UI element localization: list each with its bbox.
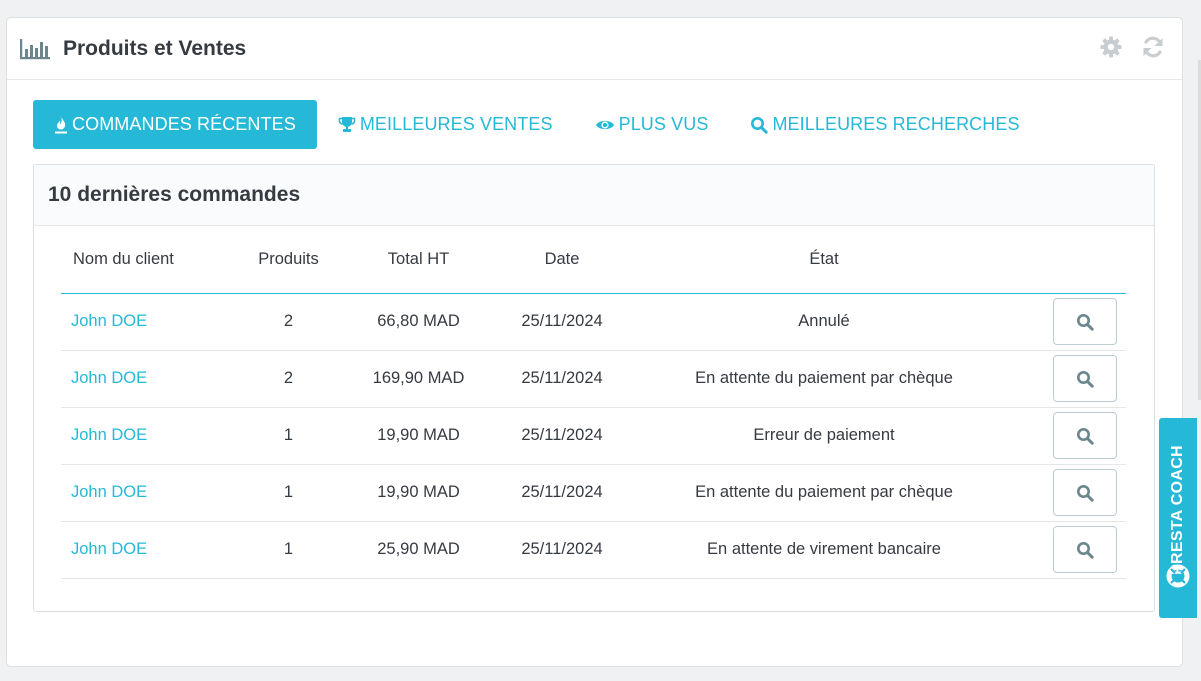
view-order-button[interactable] (1053, 469, 1117, 516)
table-row: John DOE 1 19,90 MAD 25/11/2024 Erreur d… (61, 407, 1126, 465)
tab-label: PLUS VUS (618, 114, 709, 134)
order-state: Erreur de paiement (643, 407, 1005, 465)
products-count: 2 (221, 293, 356, 351)
table-row: John DOE 2 66,80 MAD 25/11/2024 Annulé (61, 293, 1126, 351)
panel-header: Produits et Ventes (7, 18, 1182, 80)
action-cell (1005, 293, 1126, 351)
order-date: 25/11/2024 (481, 293, 643, 351)
trophy-icon (338, 116, 356, 133)
column-header-client: Nom du client (61, 250, 221, 294)
fire-icon (54, 115, 68, 134)
recent-orders-title: 10 dernières commandes (34, 165, 1154, 226)
view-order-button[interactable] (1053, 298, 1117, 345)
lifebuoy-icon (1166, 564, 1190, 593)
tab-best-searches[interactable]: MEILLEURES RECHERCHES (729, 100, 1040, 149)
search-icon (1077, 427, 1094, 445)
order-total: 66,80 MAD (356, 293, 481, 351)
client-link[interactable]: John DOE (61, 464, 221, 522)
refresh-icon[interactable] (1140, 34, 1166, 60)
products-sales-panel: Produits et Ventes COMMANDES RÉCENTES ME… (6, 17, 1183, 667)
search-icon (750, 116, 769, 134)
client-link[interactable]: John DOE (61, 350, 221, 408)
tab-bar: COMMANDES RÉCENTES MEILLEURES VENTES PLU… (33, 100, 1041, 149)
order-date: 25/11/2024 (481, 407, 643, 465)
eye-icon (595, 118, 615, 132)
view-order-button[interactable] (1053, 526, 1117, 573)
order-total: 19,90 MAD (356, 407, 481, 465)
search-icon (1077, 313, 1094, 331)
order-total: 19,90 MAD (356, 464, 481, 522)
tab-label: MEILLEURES VENTES (359, 114, 553, 134)
products-count: 2 (221, 350, 356, 408)
client-link[interactable]: John DOE (61, 293, 221, 351)
panel-title: Produits et Ventes (63, 36, 247, 60)
tab-label: COMMANDES RÉCENTES (72, 114, 296, 134)
presta-coach-label: PRESTA COACH (1169, 445, 1186, 575)
tab-recent-orders[interactable]: COMMANDES RÉCENTES (33, 100, 317, 149)
products-count: 1 (221, 521, 356, 579)
column-header-total: Total HT (356, 250, 481, 294)
order-date: 25/11/2024 (481, 350, 643, 408)
table-row: John DOE 1 19,90 MAD 25/11/2024 En atten… (61, 464, 1126, 522)
order-state: Annulé (643, 293, 1005, 351)
order-state: En attente du paiement par chèque (643, 350, 1005, 408)
column-header-products: Produits (221, 250, 356, 294)
search-icon (1077, 541, 1094, 559)
search-icon (1077, 484, 1094, 502)
products-count: 1 (221, 464, 356, 522)
tab-most-viewed[interactable]: PLUS VUS (574, 100, 730, 149)
view-order-button[interactable] (1053, 412, 1117, 459)
table-header-row: Nom du client Produits Total HT Date Éta… (61, 250, 1126, 294)
tab-best-sales[interactable]: MEILLEURES VENTES (317, 100, 574, 149)
bar-chart-icon (19, 37, 51, 61)
action-cell (1005, 350, 1126, 408)
order-total: 25,90 MAD (356, 521, 481, 579)
recent-orders-panel: 10 dernières commandes Nom du client Pro… (33, 164, 1155, 612)
order-state: En attente de virement bancaire (643, 521, 1005, 579)
column-header-state: État (643, 250, 1005, 294)
client-link[interactable]: John DOE (61, 521, 221, 579)
tab-label: MEILLEURES RECHERCHES (772, 114, 1020, 134)
view-order-button[interactable] (1053, 355, 1117, 402)
order-total: 169,90 MAD (356, 350, 481, 408)
table-row: John DOE 2 169,90 MAD 25/11/2024 En atte… (61, 350, 1126, 408)
column-header-date: Date (481, 250, 643, 294)
action-cell (1005, 407, 1126, 465)
action-cell (1005, 521, 1126, 579)
order-state: En attente du paiement par chèque (643, 464, 1005, 522)
table-row: John DOE 1 25,90 MAD 25/11/2024 En atten… (61, 521, 1126, 579)
column-header-actions (1005, 250, 1126, 294)
order-date: 25/11/2024 (481, 464, 643, 522)
action-cell (1005, 464, 1126, 522)
products-count: 1 (221, 407, 356, 465)
search-icon (1077, 370, 1094, 388)
gear-icon[interactable] (1098, 34, 1124, 60)
order-date: 25/11/2024 (481, 521, 643, 579)
client-link[interactable]: John DOE (61, 407, 221, 465)
presta-coach-tab[interactable]: PRESTA COACH (1159, 418, 1197, 618)
orders-table: Nom du client Produits Total HT Date Éta… (61, 250, 1126, 579)
